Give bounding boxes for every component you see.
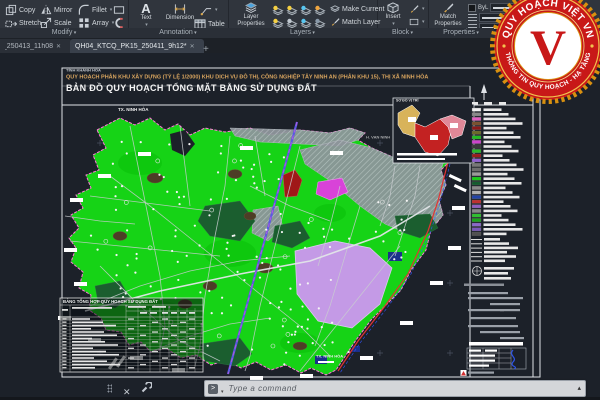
make-current-icon xyxy=(330,4,340,14)
text-icon: A xyxy=(141,2,150,15)
label-underline xyxy=(318,361,334,363)
command-placeholder[interactable]: Type a command xyxy=(229,384,297,393)
lineweight-icon xyxy=(468,14,477,21)
summary-table-title: BẢNG TỔNG HỢP QUY HOẠCH SỬ DỤNG ĐẤT xyxy=(63,299,158,304)
stretch-label: Stretch xyxy=(19,20,41,27)
tab-drawing-2[interactable]: QH04_KTCQ_PK15_250411_9h12* xyxy=(70,39,204,53)
dimension-icon xyxy=(174,3,186,15)
block-edit-icon xyxy=(409,4,419,14)
mirror-icon xyxy=(40,4,52,16)
chevron-down-icon[interactable]: ▾ xyxy=(110,7,113,13)
copy-label: Copy xyxy=(19,7,35,14)
layer-state-icon[interactable] xyxy=(286,3,298,14)
command-dock-grip[interactable] xyxy=(107,384,112,393)
layer-properties-button[interactable]: Layer Properties xyxy=(233,2,269,27)
layer-state-icon[interactable] xyxy=(300,3,312,14)
panel-label-properties[interactable]: Properties xyxy=(428,28,494,38)
match-layer-label: Match Layer xyxy=(342,19,381,26)
rectangle-icon xyxy=(113,4,125,16)
expand-command-icon[interactable] xyxy=(577,384,581,392)
landuse-summary-table xyxy=(60,298,203,372)
wrench-icon[interactable] xyxy=(140,382,152,394)
block-edit-button[interactable]: ▾ xyxy=(409,4,425,14)
chevron-down-icon[interactable]: ▾ xyxy=(392,21,395,28)
mirror-button[interactable]: Mirror xyxy=(40,4,72,16)
district-label-northeast: H. VẠN NINH xyxy=(366,135,390,140)
province-label: TỈNH KHÁNH HÒA xyxy=(66,68,101,73)
chevron-down-icon[interactable] xyxy=(221,380,224,398)
panel-label-layers[interactable]: Layers xyxy=(228,28,377,38)
fillet-label: Fillet xyxy=(92,7,107,14)
table-label: Table xyxy=(208,21,225,28)
district-label-south: TX. NINH HÒA xyxy=(316,354,343,359)
chevron-down-icon[interactable]: ▾ xyxy=(422,19,425,25)
layer-state-icon[interactable] xyxy=(314,16,326,27)
insert-button[interactable]: Insert▾ xyxy=(381,2,405,27)
layer-state-icon[interactable] xyxy=(272,3,284,14)
command-prompt-icon[interactable] xyxy=(208,384,218,394)
bylayer-label: ByL xyxy=(478,5,488,11)
panel-layers: Layer Properties Make Current Match Laye… xyxy=(228,0,378,38)
stamp-letter: V xyxy=(530,19,566,75)
color-swatch xyxy=(468,4,476,12)
command-line[interactable]: Type a command xyxy=(204,380,586,397)
panel-annotation: AText▾ Dimension ▾ Table Annotation xyxy=(128,0,229,38)
dimension-button[interactable]: Dimension xyxy=(162,3,198,22)
layer-properties-label: Layer Properties xyxy=(233,14,269,27)
mirror-label: Mirror xyxy=(54,7,72,14)
drawing-title-line2: BẢN ĐỒ QUY HOẠCH TỔNG MẶT BẰNG SỬ DỤNG Đ… xyxy=(66,83,317,93)
insert-icon xyxy=(387,2,399,14)
panel-label-block[interactable]: Block xyxy=(377,28,428,38)
inset-map-title: SƠ ĐỒ VỊ TRÍ xyxy=(396,99,418,103)
chevron-down-icon[interactable]: ▾ xyxy=(422,6,425,12)
panel-block: Insert▾ ▾ ▾ Block xyxy=(377,0,429,38)
inset-location-map[interactable] xyxy=(393,98,474,163)
layer-state-icon[interactable] xyxy=(300,16,312,27)
tab2-label: QH04_KTCQ_PK15_250411_9h12* xyxy=(75,43,187,50)
layer-properties-icon xyxy=(245,2,257,14)
close-icon[interactable] xyxy=(190,43,195,50)
match-properties-button[interactable]: Match Properties xyxy=(432,2,464,27)
dimension-label: Dimension xyxy=(166,15,194,22)
match-layer-icon xyxy=(330,17,340,27)
match-properties-icon xyxy=(442,2,454,14)
match-layer-button[interactable]: Match Layer xyxy=(330,17,381,27)
autocad-window: Copy Mirror Fillet▾ Stretch Scale Array▾… xyxy=(0,0,600,400)
drawing-canvas[interactable]: TỈNH KHÁNH HÒA QUY HOẠCH PHÂN KHU XÂY DỰ… xyxy=(0,53,600,400)
layer-state-grid xyxy=(272,3,328,27)
text-button[interactable]: AText▾ xyxy=(134,2,158,28)
panel-label-annotation[interactable]: Annotation xyxy=(128,28,228,38)
scale-label: Scale xyxy=(54,20,72,27)
tab-drawing-1[interactable]: A0_250413_11h08* xyxy=(0,39,72,53)
layer-state-icon[interactable] xyxy=(272,16,284,27)
layer-state-icon[interactable] xyxy=(314,3,326,14)
close-icon[interactable] xyxy=(56,43,61,50)
fillet-button[interactable]: Fillet▾ xyxy=(78,4,112,16)
rectangle-tool-button[interactable] xyxy=(113,4,125,16)
north-arrow-icon xyxy=(481,84,487,100)
leader-icon xyxy=(200,4,212,16)
leader-button[interactable]: ▾ xyxy=(200,4,218,16)
block-attribute-icon xyxy=(409,17,419,27)
array-label: Array xyxy=(92,20,109,27)
copy-button[interactable]: Copy xyxy=(5,4,35,16)
district-label-north: TX. NINH HÒA xyxy=(118,107,149,112)
layer-state-icon[interactable] xyxy=(286,16,298,27)
drawing-title-line1: QUY HOẠCH PHÂN KHU XÂY DỰNG (TỶ LỆ 1/200… xyxy=(66,74,536,80)
quy-hoach-viet-vn-stamp: QUY HOẠCH VIỆT VN THÔNG TIN QUY HOẠCH - … xyxy=(489,0,600,105)
panel-label-modify[interactable]: Modify xyxy=(0,28,128,38)
copy-icon xyxy=(5,4,17,16)
block-attribute-button[interactable]: ▾ xyxy=(409,17,425,27)
drawing-svg xyxy=(0,53,600,400)
panel-modify: Copy Mirror Fillet▾ Stretch Scale Array ▾… xyxy=(0,0,129,38)
chevron-down-icon[interactable]: ▾ xyxy=(215,7,218,13)
tab1-label: A0_250413_11h08* xyxy=(5,43,53,50)
fillet-icon xyxy=(78,4,90,16)
match-properties-label: Match Properties xyxy=(432,14,464,27)
